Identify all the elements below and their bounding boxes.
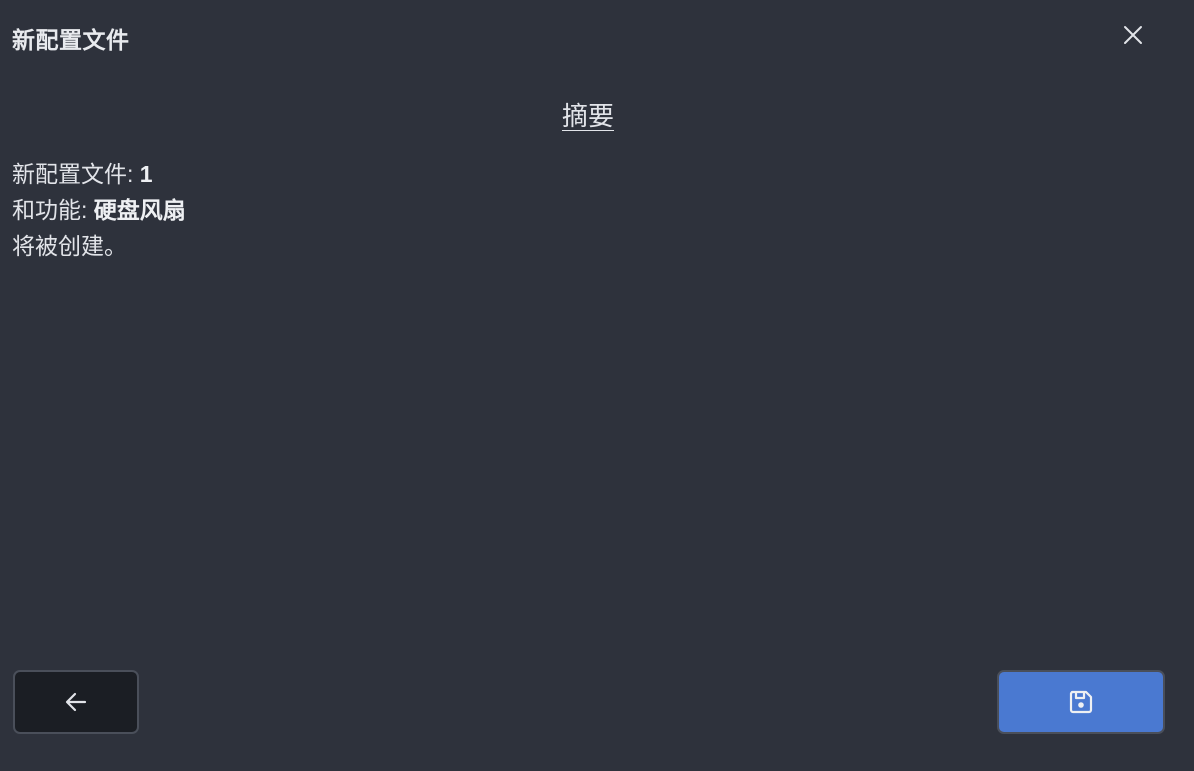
save-icon <box>1069 690 1093 714</box>
summary-heading: 摘要 <box>561 101 614 131</box>
summary-text: 新配置文件: 1 和功能: 硬盘风扇 将被创建。 <box>12 156 186 264</box>
save-button[interactable] <box>997 670 1165 734</box>
summary-profile-line: 新配置文件: 1 <box>12 156 186 192</box>
dialog-title: 新配置文件 <box>12 27 130 53</box>
function-label: 和功能: <box>12 197 94 223</box>
close-icon <box>1124 26 1142 44</box>
arrow-left-icon <box>65 692 87 712</box>
back-button[interactable] <box>13 670 139 734</box>
function-value: 硬盘风扇 <box>93 197 186 223</box>
close-button[interactable] <box>1116 18 1150 52</box>
summary-function-line: 和功能: 硬盘风扇 <box>12 192 186 228</box>
summary-closing-line: 将被创建。 <box>12 233 127 259</box>
new-profile-dialog: 新配置文件 摘要 新配置文件: 1 和功能: 硬盘风扇 将被创建。 <box>0 0 1194 771</box>
summary-heading-container: 摘要 <box>0 96 1176 133</box>
profile-value: 1 <box>139 161 153 187</box>
profile-label: 新配置文件: <box>12 161 140 187</box>
